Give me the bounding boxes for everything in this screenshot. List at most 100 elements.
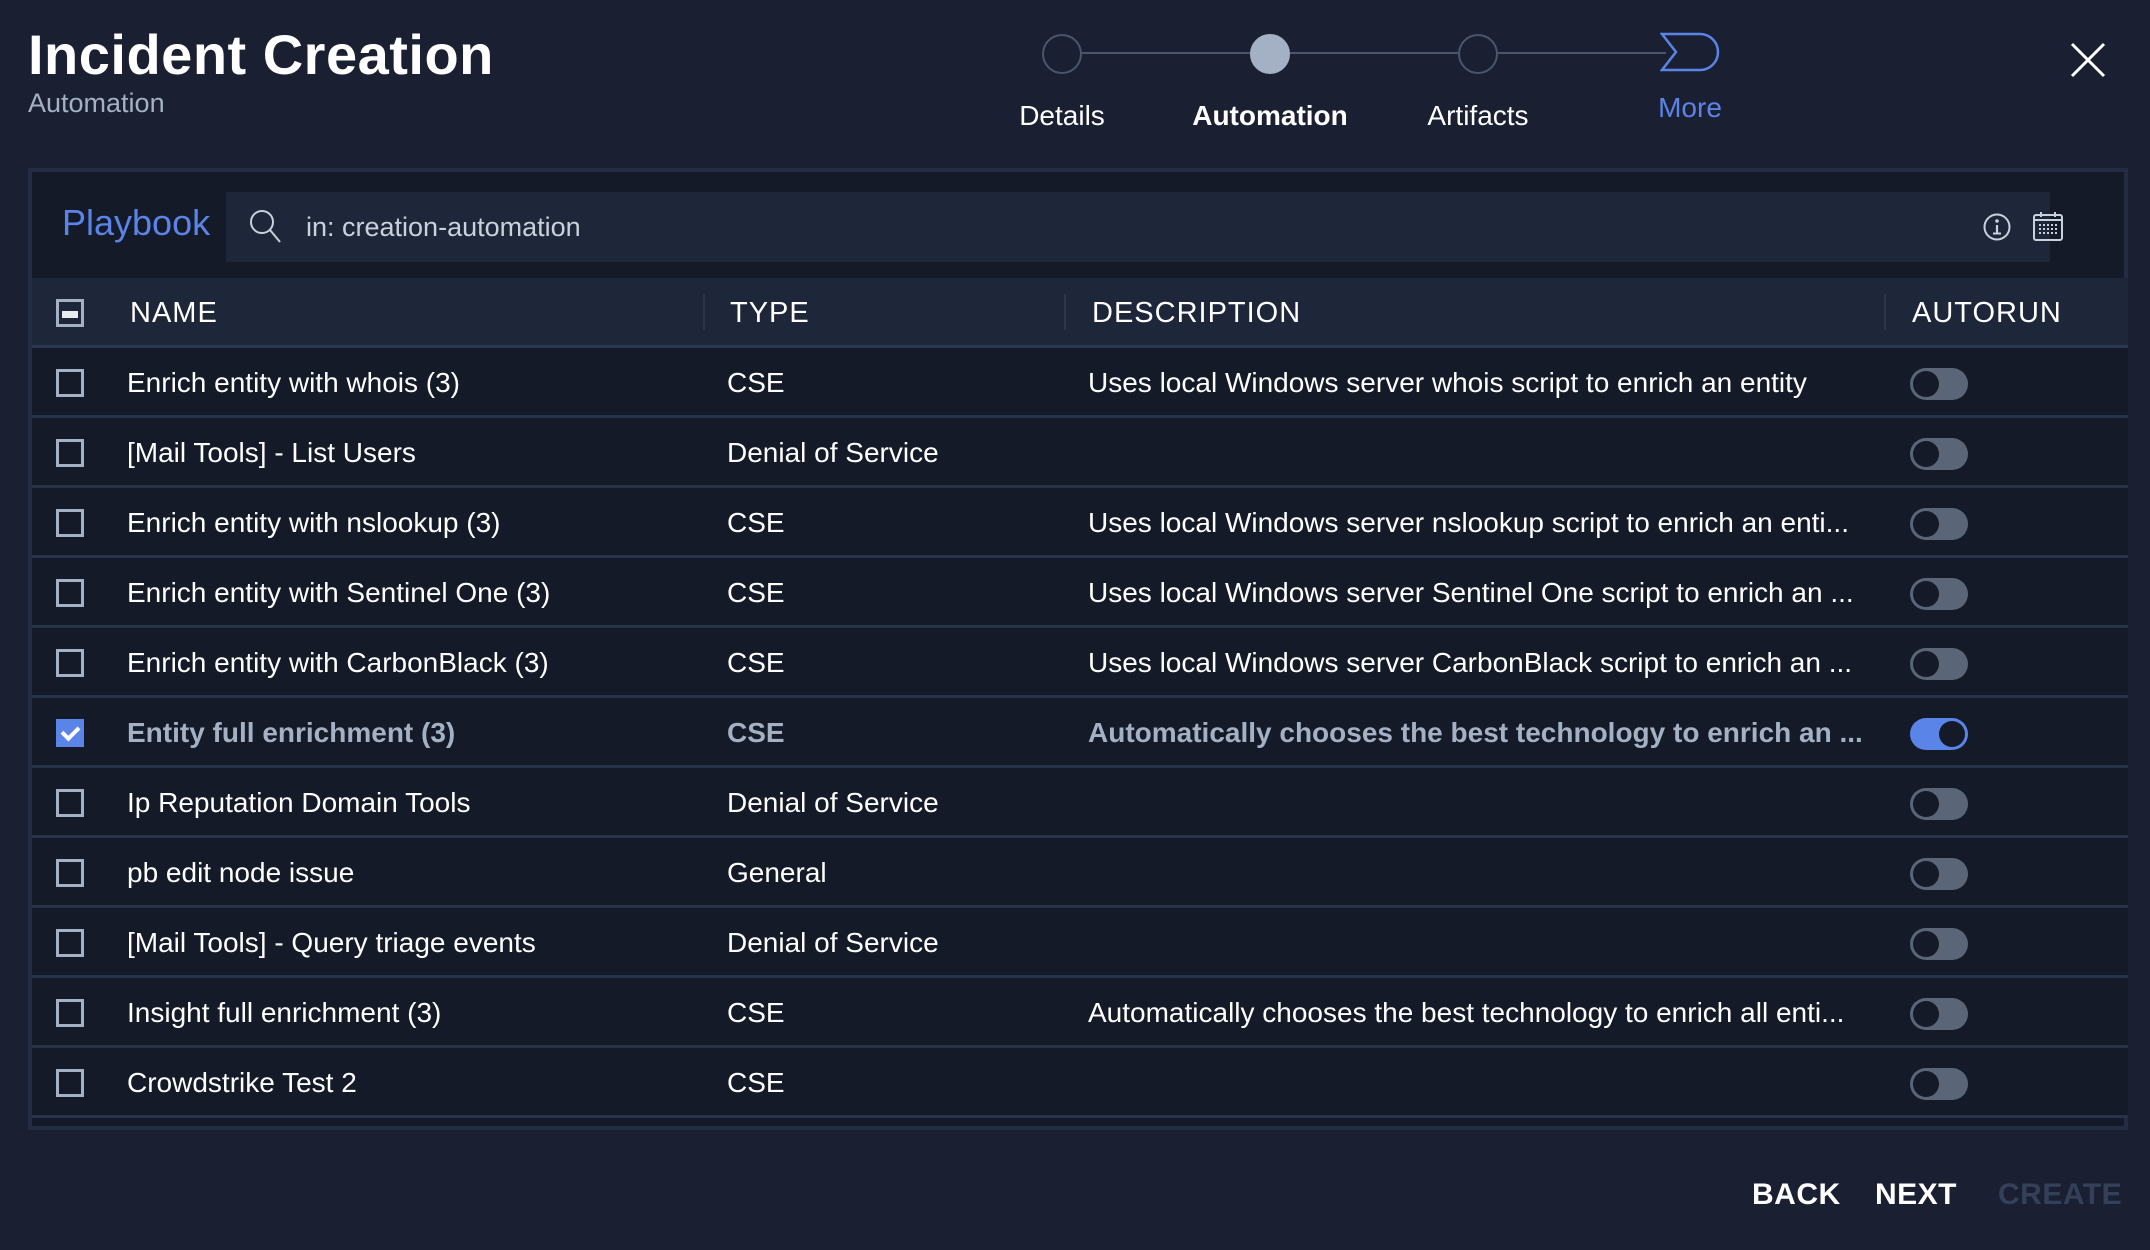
- search-row: Playbook: [32, 172, 2124, 278]
- row-checkbox[interactable]: [56, 369, 84, 397]
- row-checkbox[interactable]: [56, 999, 84, 1027]
- row-checkbox[interactable]: [56, 509, 84, 537]
- row-name: Crowdstrike Test 2: [127, 1067, 357, 1098]
- table-row[interactable]: Enrich entity with whois (3) CSE Uses loca…: [32, 348, 2128, 418]
- table-row[interactable]: Crowdstrike Test 2 CSE: [32, 1048, 2128, 1118]
- autorun-toggle[interactable]: [1910, 858, 1968, 890]
- column-divider[interactable]: [703, 294, 705, 330]
- step-connector: [1290, 52, 1458, 54]
- step-automation-circle[interactable]: [1250, 34, 1290, 74]
- autorun-toggle[interactable]: [1910, 438, 1968, 470]
- row-name: Enrich entity with CarbonBlack (3): [127, 647, 549, 678]
- row-type: CSE: [727, 1067, 785, 1098]
- row-type: CSE: [727, 507, 785, 538]
- autorun-toggle[interactable]: [1910, 998, 1968, 1030]
- table-row[interactable]: Entity full enrichment (3) CSE Automatical…: [32, 698, 2128, 768]
- row-type: CSE: [727, 367, 785, 398]
- table-body: Enrich entity with whois (3) CSE Uses loca…: [32, 348, 2128, 1118]
- search-input[interactable]: [306, 192, 1806, 262]
- step-automation-label[interactable]: Automation: [1192, 100, 1348, 132]
- row-type: CSE: [727, 577, 785, 608]
- table-row[interactable]: [Mail Tools] - List Users Denial of Servi…: [32, 418, 2128, 488]
- row-type: General: [727, 857, 827, 888]
- row-name: Entity full enrichment (3): [127, 717, 456, 748]
- playbook-table: NAME TYPE DESCRIPTION AUTORUN Enrich ent…: [32, 278, 2128, 1118]
- page-title: Incident Creation: [28, 23, 494, 86]
- row-name: Enrich entity with whois (3): [127, 367, 461, 398]
- row-type: Denial of Service: [727, 927, 939, 958]
- autorun-toggle[interactable]: [1910, 1068, 1968, 1100]
- close-icon[interactable]: [2068, 40, 2108, 80]
- calendar-icon[interactable]: [2032, 210, 2064, 242]
- autorun-toggle[interactable]: [1910, 368, 1968, 400]
- row-description: Automatically chooses the best technolog…: [1088, 997, 1845, 1028]
- playbook-panel: Playbook in: creation-automation NAME TY…: [28, 168, 2128, 1130]
- column-header-type[interactable]: TYPE: [730, 278, 810, 348]
- row-description: [1088, 418, 1888, 488]
- row-checkbox[interactable]: [56, 579, 84, 607]
- create-button[interactable]: CREATE: [1998, 1178, 2122, 1212]
- column-divider[interactable]: [1884, 294, 1886, 330]
- row-checkbox[interactable]: [56, 1069, 84, 1097]
- row-description: [1088, 768, 1888, 838]
- step-details-label[interactable]: Details: [1019, 100, 1105, 132]
- row-checkbox[interactable]: [56, 859, 84, 887]
- autorun-toggle[interactable]: [1910, 578, 1968, 610]
- row-checkbox[interactable]: [56, 719, 84, 747]
- autorun-toggle[interactable]: [1910, 928, 1968, 960]
- row-type: CSE: [727, 997, 785, 1028]
- step-artifacts-circle[interactable]: [1458, 34, 1498, 74]
- row-type: CSE: [727, 717, 785, 748]
- row-checkbox[interactable]: [56, 929, 84, 957]
- column-header-name[interactable]: NAME: [130, 278, 218, 348]
- table-row[interactable]: [Mail Tools] - Query triage events Denial…: [32, 908, 2128, 978]
- row-checkbox[interactable]: [56, 789, 84, 817]
- table-row[interactable]: Insight full enrichment (3) CSE Automatica…: [32, 978, 2128, 1048]
- search-icon: [250, 210, 281, 243]
- step-artifacts-label[interactable]: Artifacts: [1427, 100, 1528, 132]
- select-all-checkbox[interactable]: [56, 299, 84, 327]
- autorun-toggle[interactable]: [1910, 508, 1968, 540]
- row-checkbox[interactable]: [56, 439, 84, 467]
- step-connector: [1498, 52, 1666, 54]
- row-name: pb edit node issue: [127, 857, 355, 888]
- wizard-stepper: Details Automation Artifacts More: [1019, 0, 2050, 150]
- column-divider[interactable]: [1064, 294, 1066, 330]
- row-description: Uses local Windows server Sentinel One s…: [1088, 577, 1854, 608]
- back-button[interactable]: BACK: [1752, 1178, 1841, 1212]
- row-name: [Mail Tools] - List Users: [127, 437, 416, 468]
- step-more-label[interactable]: More: [1658, 92, 1722, 124]
- info-icon[interactable]: [1982, 212, 2012, 242]
- row-name: Ip Reputation Domain Tools: [127, 787, 471, 818]
- row-description: Uses local Windows server nslookup scrip…: [1088, 507, 1849, 538]
- playbook-label: Playbook: [62, 202, 211, 243]
- autorun-toggle[interactable]: [1910, 718, 1968, 750]
- step-details-circle[interactable]: [1042, 34, 1082, 74]
- row-description: [1088, 908, 1888, 978]
- row-description: [1088, 838, 1888, 908]
- row-description: Uses local Windows server whois script t…: [1088, 367, 1807, 398]
- table-row[interactable]: pb edit node issue General: [32, 838, 2128, 908]
- table-row[interactable]: Enrich entity with nslookup (3) CSE Uses l…: [32, 488, 2128, 558]
- autorun-toggle[interactable]: [1910, 648, 1968, 680]
- row-description: [1088, 1048, 1888, 1118]
- row-type: CSE: [727, 647, 785, 678]
- table-row[interactable]: Ip Reputation Domain Tools Denial of Serv…: [32, 768, 2128, 838]
- row-name: Enrich entity with nslookup (3): [127, 507, 501, 538]
- page-subtitle: Automation: [28, 88, 165, 118]
- next-button[interactable]: NEXT: [1875, 1178, 1957, 1212]
- row-type: Denial of Service: [727, 437, 939, 468]
- search-box[interactable]: [226, 192, 2063, 262]
- row-checkbox[interactable]: [56, 649, 84, 677]
- table-header: NAME TYPE DESCRIPTION AUTORUN: [32, 278, 2128, 348]
- row-description: Uses local Windows server CarbonBlack sc…: [1088, 647, 1853, 678]
- column-header-description[interactable]: DESCRIPTION: [1092, 278, 1301, 348]
- column-header-autorun[interactable]: AUTORUN: [1912, 278, 2062, 348]
- table-row[interactable]: Enrich entity with Sentinel One (3) CSE Us…: [32, 558, 2128, 628]
- autorun-toggle[interactable]: [1910, 788, 1968, 820]
- table-row[interactable]: Enrich entity with CarbonBlack (3) CSE Use…: [32, 628, 2128, 698]
- row-name: [Mail Tools] - Query triage events: [127, 927, 536, 958]
- row-name: Insight full enrichment (3): [127, 997, 442, 1028]
- row-description: Automatically chooses the best technolog…: [1088, 717, 1863, 748]
- more-steps-icon[interactable]: [1660, 32, 1722, 72]
